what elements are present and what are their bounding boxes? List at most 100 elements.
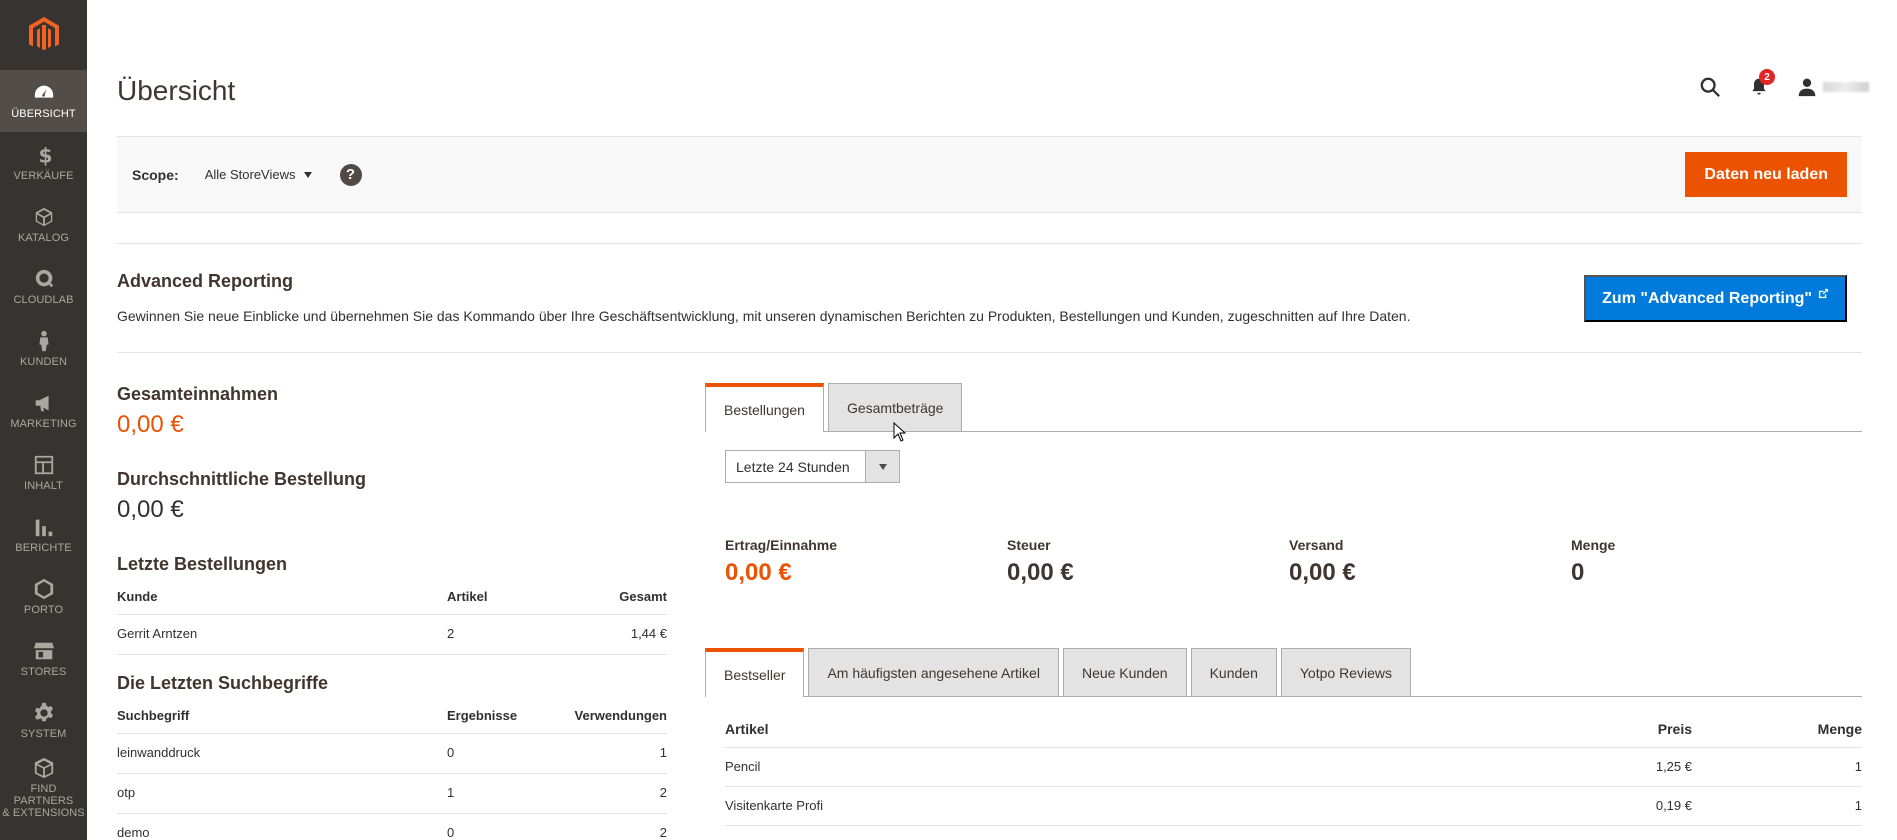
sidebar-item-find-partners[interactable]: FIND PARTNERS & EXTENSIONS — [0, 752, 87, 824]
external-link-icon — [1818, 288, 1829, 299]
total-quantity: Menge 0 — [1571, 537, 1853, 587]
mouse-cursor-icon — [893, 422, 907, 442]
sidebar-item-label: STORES — [20, 666, 67, 678]
advanced-reporting-title: Advanced Reporting — [117, 271, 294, 291]
sidebar-item-cloudlab[interactable]: CLOUDLAB — [0, 256, 87, 318]
svg-text:$: $ — [38, 144, 52, 166]
dashboard-left-column: Gesamteinnahmen 0,00 € Durchschnittliche… — [117, 384, 667, 840]
sidebar-item-label: CLOUDLAB — [13, 294, 74, 306]
sidebar-item-label: VERKÄUFE — [13, 170, 74, 182]
sidebar-item-customers[interactable]: KUNDEN — [0, 318, 87, 380]
user-icon — [1798, 78, 1816, 97]
table-header-row: Suchbegriff Ergebnisse Verwendungen — [117, 700, 667, 734]
column-header: Ergebnisse — [447, 700, 542, 734]
table-cell: 0 — [447, 733, 542, 774]
user-account-button[interactable] — [1797, 77, 1869, 97]
table-row[interactable]: Pencil 1,25 € 1 — [725, 747, 1862, 787]
sidebar-item-label: KUNDEN — [19, 356, 68, 368]
advanced-reporting-button-label: Zum "Advanced Reporting" — [1602, 289, 1812, 307]
total-label: Versand — [1289, 537, 1344, 553]
sidebar-item-sales[interactable]: $ VERKÄUFE — [0, 132, 87, 194]
reload-data-button[interactable]: Daten neu laden — [1685, 152, 1847, 197]
tab-customers[interactable]: Kunden — [1190, 648, 1277, 696]
sidebar-item-label: FIND PARTNERS — [13, 783, 74, 807]
total-label: Ertrag/Einnahme — [725, 537, 838, 553]
column-header: Preis — [1492, 711, 1692, 748]
hexagon-icon — [34, 578, 53, 600]
table-cell: 1 — [541, 733, 667, 774]
table-row[interactable]: Visitenkarte Profi 0,19 € 1 — [725, 786, 1862, 826]
table-cell: 2 — [541, 813, 667, 840]
average-order-value: 0,00 € — [117, 496, 184, 523]
total-tax: Steuer 0,00 € — [1007, 537, 1289, 587]
sidebar-item-label: PORTO — [23, 604, 64, 616]
store-icon — [33, 642, 54, 660]
total-value: 0,00 € — [1289, 559, 1356, 586]
page-title: Übersicht — [117, 75, 236, 106]
period-select-toggle[interactable] — [865, 451, 899, 482]
tab-most-viewed[interactable]: Am häufigsten angesehene Artikel — [808, 648, 1059, 696]
scope-bar: Scope: Alle StoreViews ? Daten neu laden — [117, 136, 1862, 213]
product-tabs: Bestseller Am häufigsten angesehene Arti… — [705, 648, 1862, 697]
table-cell: 0 — [447, 813, 542, 840]
column-header: Artikel — [447, 581, 548, 615]
table-cell: Pencil — [725, 747, 1492, 787]
sidebar-item-porto[interactable]: PORTO — [0, 566, 87, 628]
table-row[interactable]: leinwanddruck 0 1 — [117, 733, 667, 774]
table-cell: otp — [117, 773, 447, 814]
sidebar-item-reports[interactable]: BERICHTE — [0, 504, 87, 566]
sidebar-item-label: INHALT — [24, 480, 63, 492]
average-order-title: Durchschnittliche Bestellung — [117, 469, 367, 489]
total-label: Steuer — [1007, 537, 1051, 553]
scope-value: Alle StoreViews — [204, 167, 296, 182]
advanced-reporting-description: Gewinnen Sie neue Einblicke und übernehm… — [117, 308, 1411, 324]
total-value: 0,00 € — [1007, 559, 1074, 586]
go-to-advanced-reporting-button[interactable]: Zum "Advanced Reporting" — [1584, 275, 1847, 322]
totals-summary: Ertrag/Einnahme 0,00 € Steuer 0,00 € Ver… — [725, 537, 1862, 587]
sidebar-item-stores[interactable]: STORES — [0, 628, 87, 690]
table-header-row: Artikel Preis Menge — [725, 711, 1862, 748]
search-button[interactable] — [1699, 76, 1721, 98]
header-actions: 2 — [1699, 69, 1869, 98]
table-cell: 1 — [447, 773, 542, 814]
magento-logo[interactable] — [0, 0, 87, 70]
total-shipping: Versand 0,00 € — [1289, 537, 1571, 587]
sidebar-item-content[interactable]: INHALT — [0, 442, 87, 504]
search-icon — [1700, 77, 1720, 97]
notifications-button[interactable]: 2 — [1749, 69, 1775, 97]
table-row[interactable]: otp 1 2 — [117, 773, 667, 814]
main-content: Übersicht 2 Scope: Alle StoreViews ? Dat… — [87, 0, 1897, 840]
sidebar-item-system[interactable]: SYSTEM — [0, 690, 87, 752]
tab-bestsellers[interactable]: Bestseller — [705, 648, 805, 697]
table-cell: leinwanddruck — [117, 733, 447, 774]
last-search-terms-table: Suchbegriff Ergebnisse Verwendungen lein… — [117, 700, 667, 840]
sidebar-item-dashboard[interactable]: ÜBERSICHT — [0, 70, 87, 132]
scope-switcher[interactable]: Alle StoreViews — [205, 167, 312, 182]
bestsellers-table: Artikel Preis Menge Pencil 1,25 € 1 Visi… — [725, 711, 1862, 826]
table-cell: 2 — [447, 614, 548, 655]
column-header: Verwendungen — [541, 700, 667, 734]
tab-orders[interactable]: Bestellungen — [705, 383, 824, 432]
tab-yotpo-reviews[interactable]: Yotpo Reviews — [1280, 648, 1411, 696]
table-row[interactable]: Gerrit Arntzen 2 1,44 € — [117, 614, 667, 655]
sidebar-item-catalog[interactable]: KATALOG — [0, 194, 87, 256]
layout-icon — [34, 455, 53, 475]
table-cell: 2 — [541, 773, 667, 814]
advanced-reporting-section: Advanced Reporting Gewinnen Sie neue Ein… — [117, 243, 1862, 353]
sidebar-item-marketing[interactable]: MARKETING — [0, 380, 87, 442]
total-value: 0,00 € — [725, 559, 792, 586]
period-select[interactable]: Letzte 24 Stunden — [725, 450, 900, 483]
table-row[interactable]: demo 0 2 — [117, 813, 667, 840]
tab-new-customers[interactable]: Neue Kunden — [1062, 648, 1187, 696]
dashboard-right-column: Bestellungen Gesamtbeträge Letzte 24 Stu… — [705, 383, 1862, 826]
help-icon[interactable]: ? — [339, 163, 362, 186]
partners-icon — [34, 757, 53, 779]
chart-tabs: Bestellungen Gesamtbeträge — [705, 383, 1862, 432]
column-header: Menge — [1692, 711, 1862, 748]
sidebar-item-label: MARKETING — [10, 418, 77, 430]
admin-sidebar: ÜBERSICHT $ VERKÄUFE KATALOG CLOUDLAB KU… — [0, 0, 87, 840]
magento-logo-icon — [28, 17, 59, 51]
scope-label: Scope: — [132, 166, 179, 183]
last-orders-table: Kunde Artikel Gesamt Gerrit Arntzen 2 1,… — [117, 581, 667, 655]
sidebar-item-label: BERICHTE — [15, 542, 72, 554]
